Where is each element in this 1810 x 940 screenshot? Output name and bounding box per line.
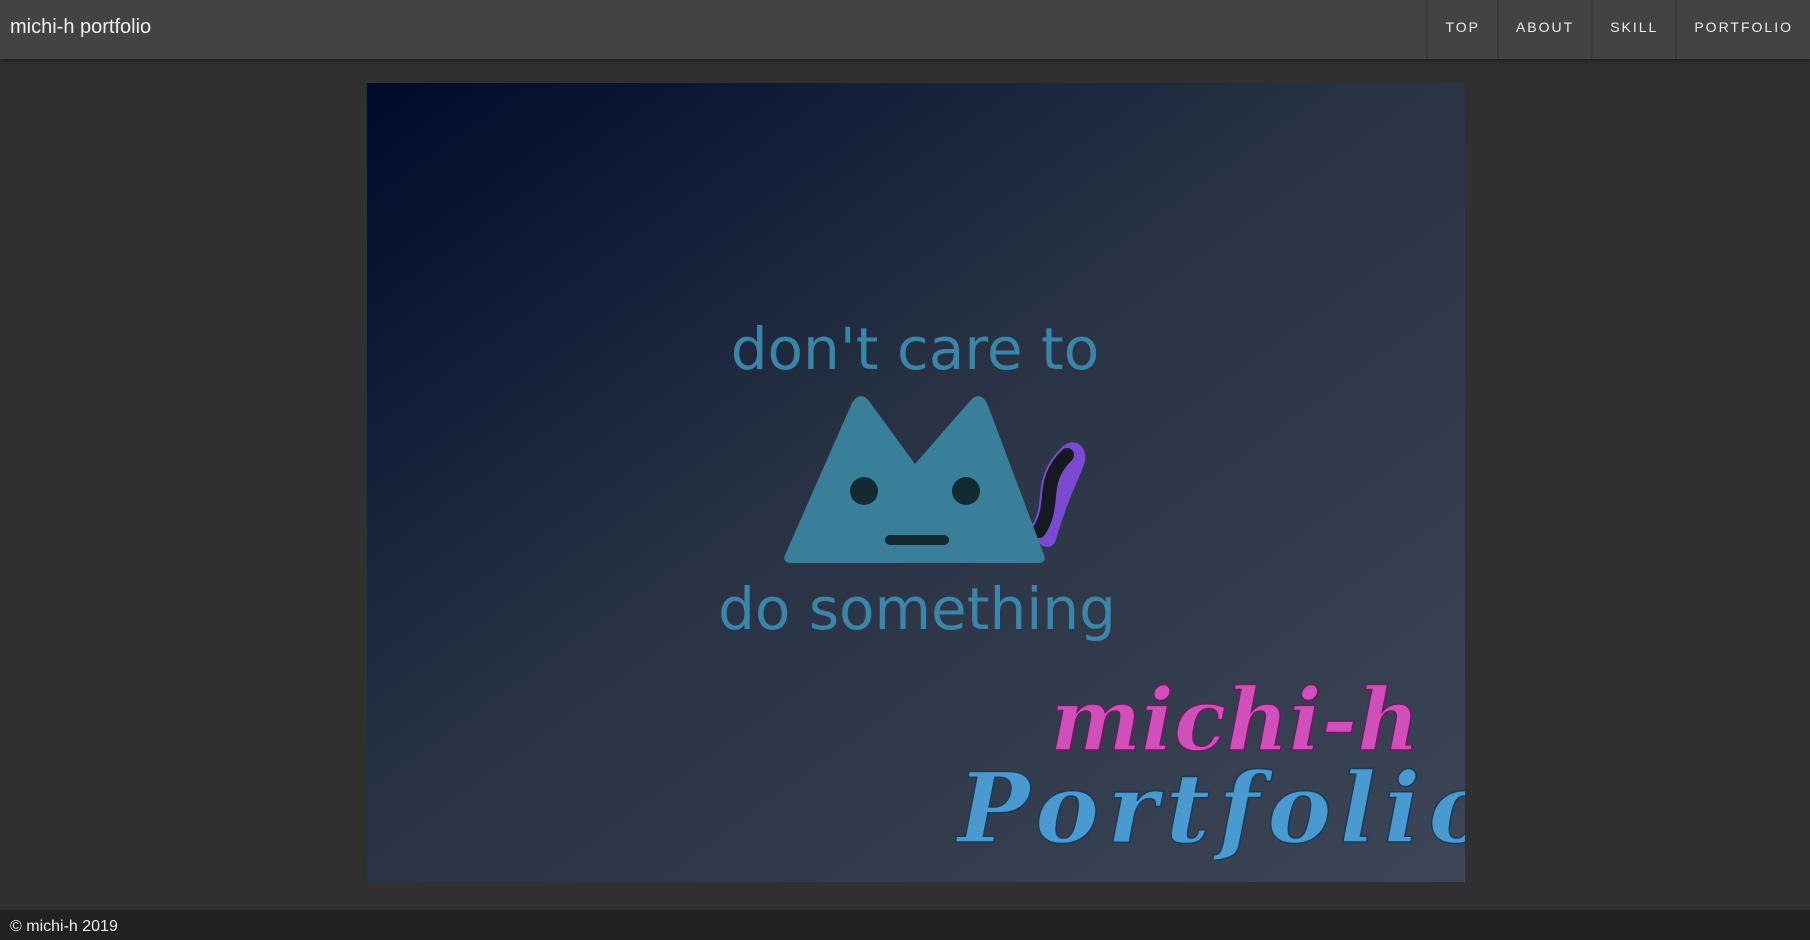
header: michi-h portfolio TOP ABOUT SKILL PORTFO… (0, 0, 1810, 59)
nav-about[interactable]: ABOUT (1496, 0, 1591, 59)
hero-image: don't care to do something michi-h Portf… (367, 83, 1465, 882)
hero-line2: do something (718, 575, 1116, 643)
footer: © michi-h 2019 (0, 910, 1810, 940)
nav-menu: TOP ABOUT SKILL PORTFOLIO (1426, 0, 1810, 59)
site-title[interactable]: michi-h portfolio (10, 0, 151, 54)
hero-line1: don't care to (731, 315, 1100, 383)
nav-top[interactable]: TOP (1426, 0, 1497, 59)
copyright: © michi-h 2019 (10, 918, 118, 935)
nav-portfolio[interactable]: PORTFOLIO (1675, 0, 1810, 59)
nav-skill[interactable]: SKILL (1591, 0, 1675, 59)
hero-subtitle: Portfolio (955, 752, 1465, 865)
